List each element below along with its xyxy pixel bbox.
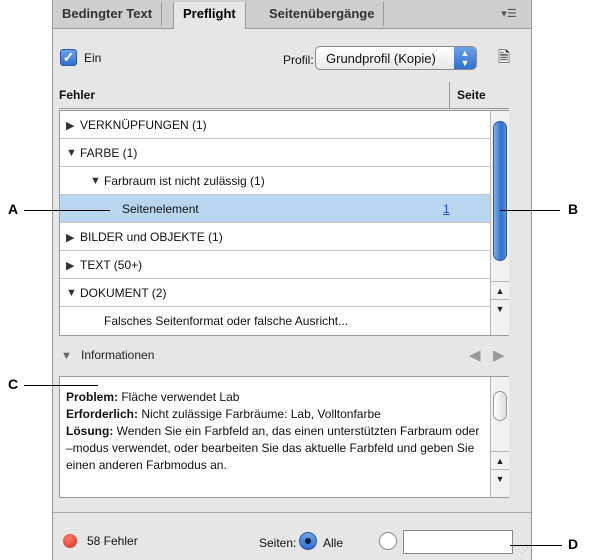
list-item-label: DOKUMENT (2) bbox=[80, 286, 167, 300]
list-item-label: FARBE (1) bbox=[80, 146, 138, 160]
error-count: 58 Fehler bbox=[87, 534, 138, 548]
list-item[interactable]: ▶ TEXT (50+) bbox=[60, 251, 490, 279]
list-item[interactable]: Falsches Seitenformat oder falsche Ausri… bbox=[60, 307, 490, 335]
page-link[interactable]: 1 bbox=[443, 202, 450, 216]
chevron-up-down-icon: ▲ ▼ bbox=[454, 47, 476, 69]
callout-c: C bbox=[8, 376, 19, 392]
list-scrollbar[interactable]: ▲ ▼ bbox=[490, 111, 509, 335]
scroll-up-icon[interactable]: ▲ bbox=[491, 451, 509, 470]
list-header: Fehler Seite bbox=[59, 82, 509, 109]
define-profiles-icon[interactable]: 🗎 bbox=[495, 48, 513, 68]
all-pages-radio[interactable] bbox=[299, 532, 317, 550]
info-section-label[interactable]: Informationen bbox=[81, 348, 154, 362]
callout-a: A bbox=[8, 201, 19, 217]
list-item-label: VERKNÜPFUNGEN (1) bbox=[80, 118, 207, 132]
callout-c-line bbox=[24, 385, 98, 386]
profile-label: Profil: bbox=[283, 53, 314, 67]
collapse-triangle-icon[interactable]: ▼ bbox=[66, 287, 77, 299]
solution-text: Wenden Sie ein Farbfeld an, das einen un… bbox=[66, 424, 480, 472]
list-item-label: Falsches Seitenformat oder falsche Ausri… bbox=[104, 314, 349, 328]
resize-grip-icon[interactable]: ⋰ bbox=[521, 546, 531, 556]
next-arrow-icon[interactable]: ▶ bbox=[493, 346, 505, 364]
column-page[interactable]: Seite bbox=[457, 88, 486, 102]
list-item[interactable]: ▶ VERKNÜPFUNGEN (1) bbox=[60, 111, 490, 139]
collapse-triangle-icon[interactable]: ▼ bbox=[61, 350, 72, 362]
tab-preflight[interactable]: Preflight bbox=[173, 2, 246, 29]
scroll-thumb[interactable] bbox=[493, 391, 507, 421]
collapse-triangle-icon[interactable]: ▼ bbox=[66, 147, 77, 159]
list-item-label: BILDER und OBJEKTE (1) bbox=[80, 230, 223, 244]
previous-arrow-icon[interactable]: ◀ bbox=[469, 346, 481, 364]
error-list: ▶ VERKNÜPFUNGEN (1) ▼ FARBE (1) ▼ Farbra… bbox=[59, 110, 509, 336]
tab-page-transitions[interactable]: Seitenübergänge bbox=[260, 2, 385, 26]
problem-label: Problem: bbox=[66, 390, 119, 404]
profile-select[interactable]: Grundprofil (Kopie) ▲ ▼ bbox=[315, 46, 477, 70]
required-label: Erforderlich: bbox=[66, 407, 139, 421]
column-divider bbox=[449, 82, 450, 108]
list-item-selected[interactable]: Seitenelement 1 bbox=[60, 195, 490, 223]
profile-value: Grundprofil (Kopie) bbox=[326, 51, 436, 66]
enable-label: Ein bbox=[84, 51, 102, 65]
required-text: Nicht zulässige Farbräume: Lab, Volltonf… bbox=[138, 407, 381, 421]
callout-d-line bbox=[510, 545, 562, 546]
expand-triangle-icon[interactable]: ▶ bbox=[66, 259, 74, 272]
info-scrollbar[interactable]: ▲ ▼ bbox=[490, 377, 509, 497]
page-range-radio[interactable] bbox=[379, 532, 397, 550]
scroll-up-icon[interactable]: ▲ bbox=[491, 281, 509, 300]
info-box: Problem: Fläche verwendet Lab Erforderli… bbox=[59, 376, 509, 498]
list-item[interactable]: ▶ BILDER und OBJEKTE (1) bbox=[60, 223, 490, 251]
list-item[interactable]: ▼ Farbraum ist nicht zulässig (1) bbox=[60, 167, 490, 195]
solution-label: Lösung: bbox=[66, 424, 114, 438]
page-range-input[interactable] bbox=[403, 530, 513, 554]
preflight-panel: Bedingter Text Preflight Seitenübergänge… bbox=[52, 0, 532, 560]
list-item-label: Seitenelement bbox=[122, 202, 199, 216]
problem-text: Fläche verwendet Lab bbox=[118, 390, 240, 404]
scroll-thumb[interactable] bbox=[493, 121, 507, 261]
callout-d: D bbox=[568, 536, 579, 552]
all-pages-label[interactable]: Alle bbox=[323, 536, 343, 550]
tab-bar: Bedingter Text Preflight Seitenübergänge… bbox=[53, 0, 531, 29]
enable-checkbox[interactable]: ✓ bbox=[60, 49, 77, 66]
scroll-down-icon[interactable]: ▼ bbox=[491, 299, 509, 318]
collapse-triangle-icon[interactable]: ▼ bbox=[90, 175, 101, 187]
callout-b: B bbox=[568, 201, 579, 217]
callout-a-line bbox=[24, 210, 110, 211]
info-text: Problem: Fläche verwendet Lab Erforderli… bbox=[66, 389, 484, 474]
pages-label: Seiten: bbox=[259, 536, 297, 550]
tab-conditional-text[interactable]: Bedingter Text bbox=[53, 2, 163, 26]
callout-b-line bbox=[500, 210, 560, 211]
column-error[interactable]: Fehler bbox=[59, 88, 95, 102]
expand-triangle-icon[interactable]: ▶ bbox=[66, 119, 74, 132]
panel-menu-icon[interactable]: ▾☰ bbox=[497, 6, 521, 22]
list-item-label: Farbraum ist nicht zulässig (1) bbox=[104, 174, 265, 188]
footer-divider bbox=[53, 512, 531, 513]
error-status-icon bbox=[63, 534, 77, 548]
expand-triangle-icon[interactable]: ▶ bbox=[66, 231, 74, 244]
list-item[interactable]: ▼ DOKUMENT (2) bbox=[60, 279, 490, 307]
list-item[interactable]: ▼ FARBE (1) bbox=[60, 139, 490, 167]
scroll-down-icon[interactable]: ▼ bbox=[491, 469, 509, 488]
list-item-label: TEXT (50+) bbox=[80, 258, 143, 272]
